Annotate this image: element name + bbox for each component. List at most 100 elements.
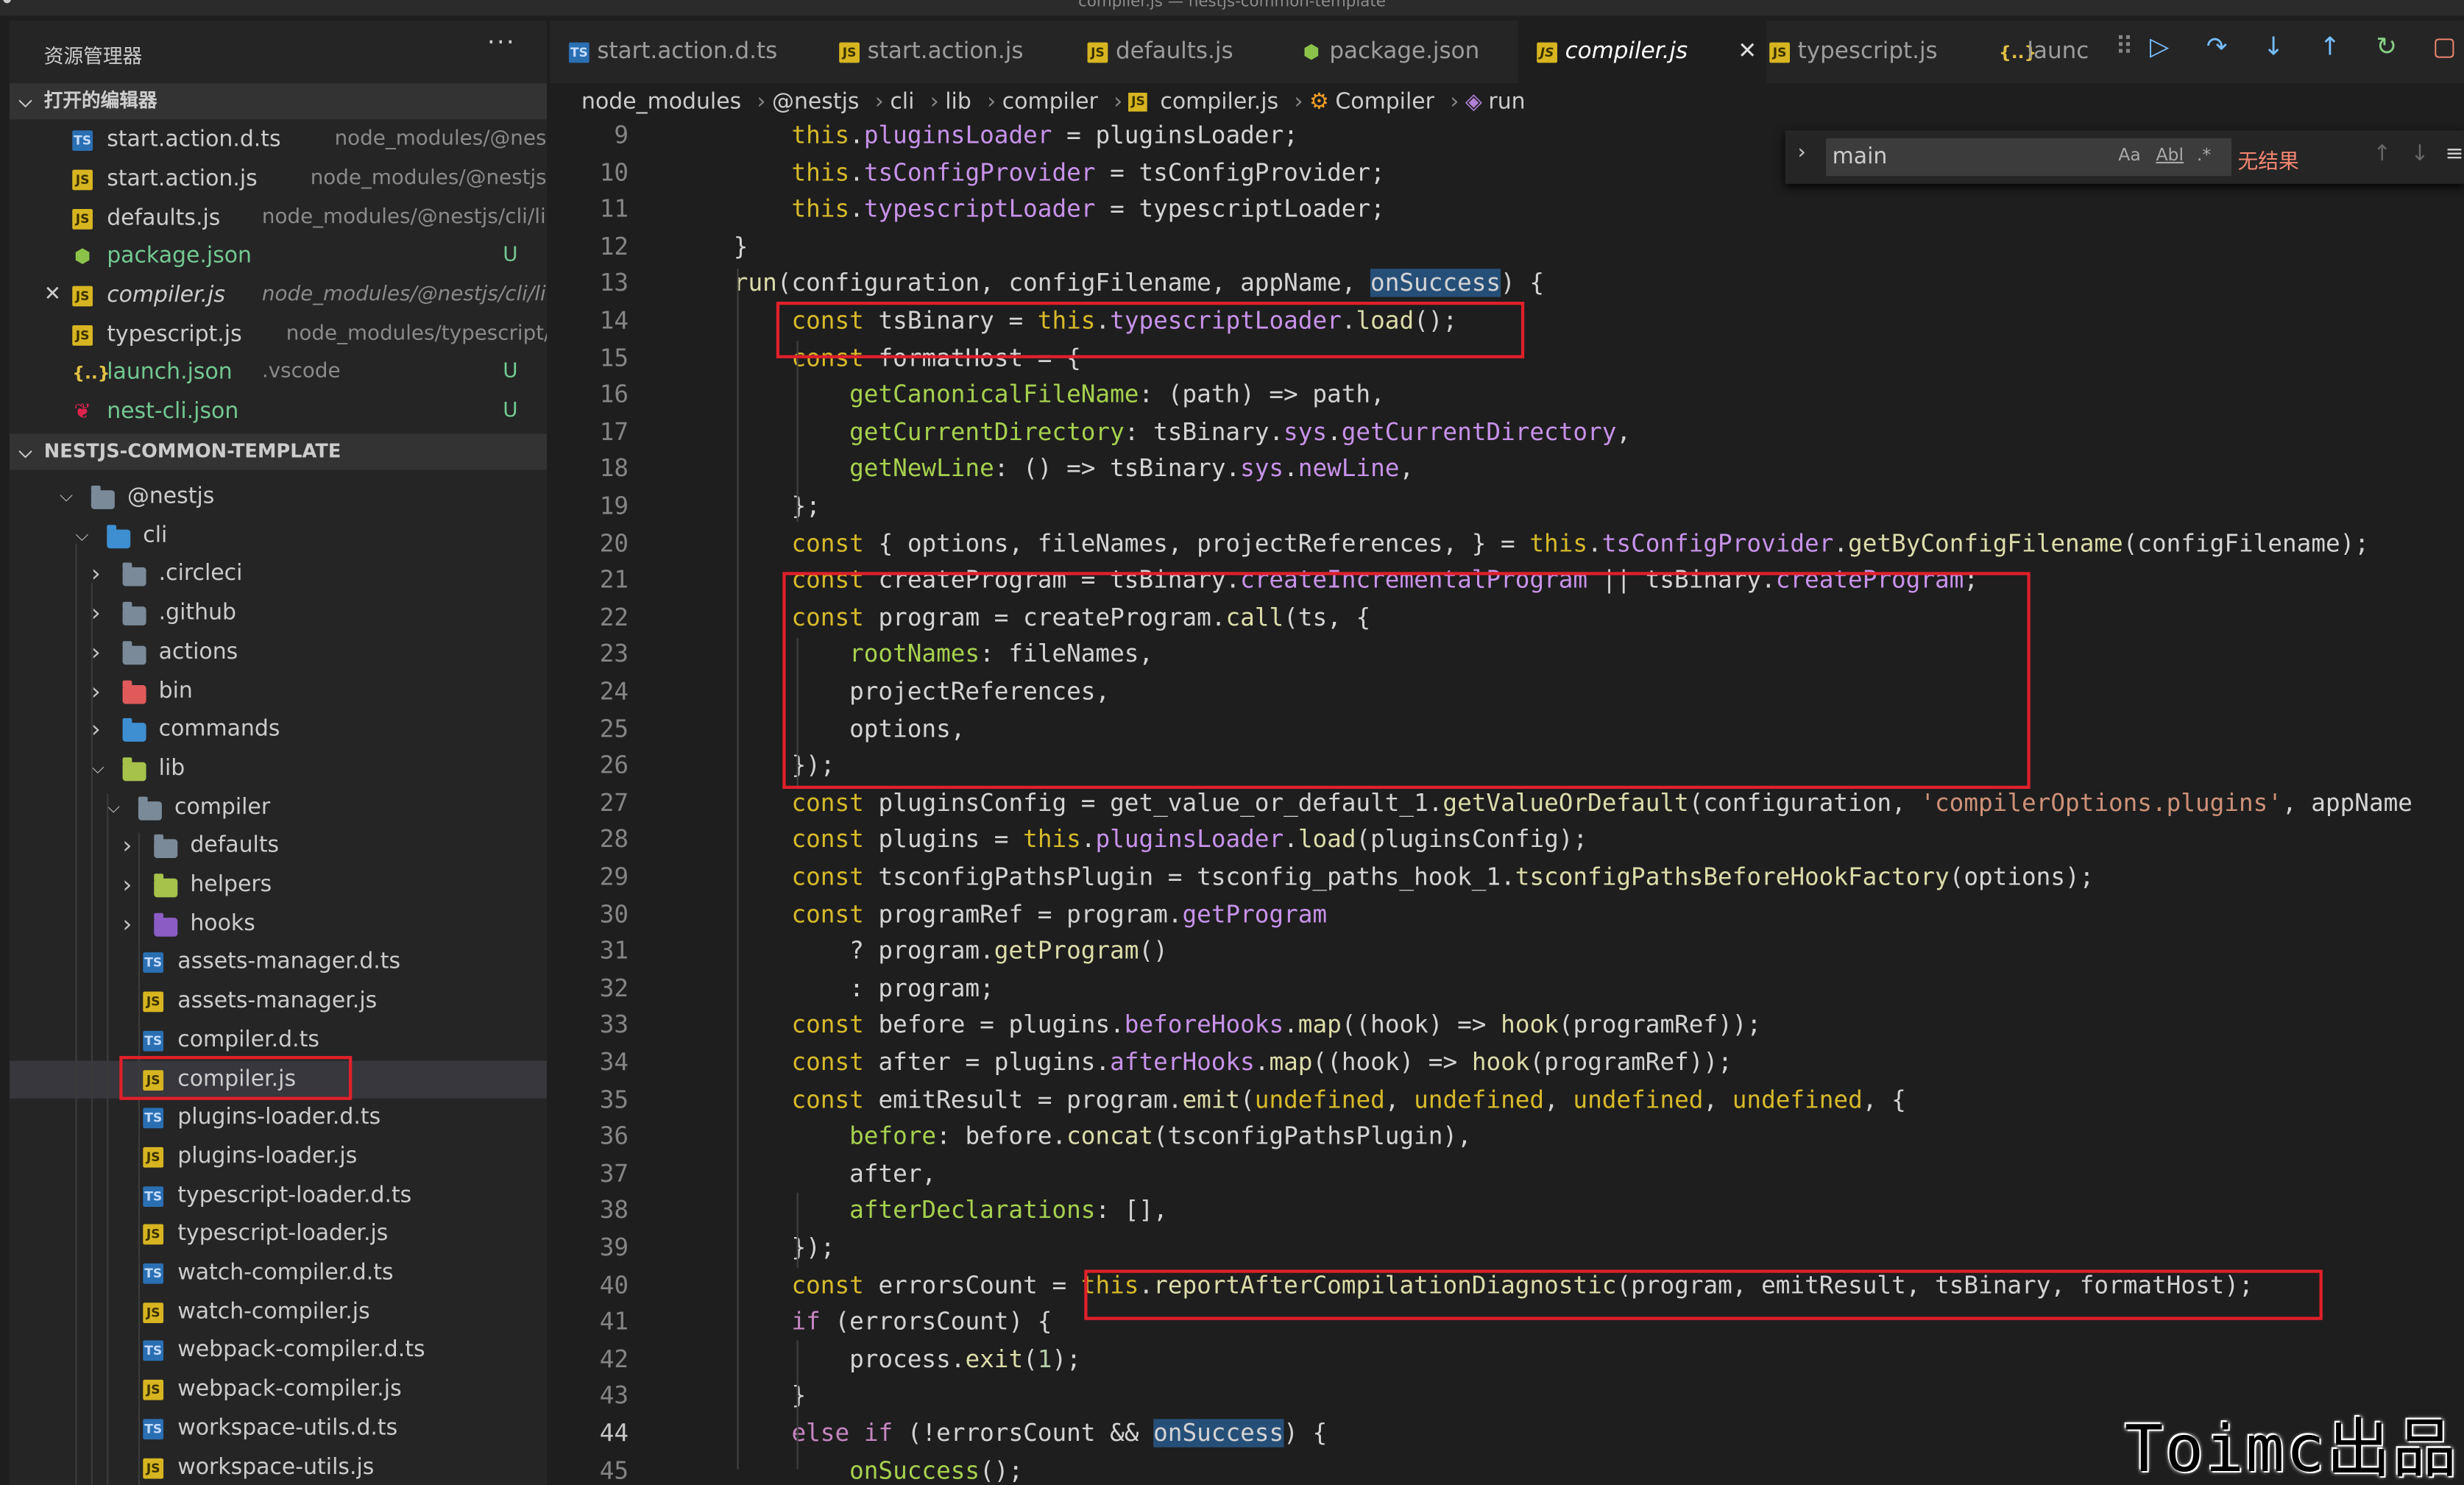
tab-start-action-d-ts[interactable]: TS start.action.d.ts: [550, 21, 817, 83]
editor-tabs: TS start.action.d.ts JS start.action.js JS de…: [550, 20, 2464, 84]
tab-label: launc: [2027, 39, 2089, 65]
highlight-box: [1084, 1269, 2323, 1320]
code-line: afterDeclarations: [],: [849, 1196, 1168, 1225]
tree-label: defaults: [190, 833, 280, 859]
tree-file[interactable]: TS assets-manager.d.ts: [10, 943, 547, 981]
stop-icon[interactable]: ▢: [2432, 32, 2456, 62]
tree-folder[interactable]: › .circleci: [10, 556, 547, 593]
open-editor-item[interactable]: {..} launch.json .vscode U: [10, 353, 547, 391]
tree-label: hooks: [190, 910, 255, 937]
js-file-icon: JS: [143, 1302, 164, 1323]
open-editor-name: start.action.js: [107, 166, 258, 192]
line-number: 45: [599, 1456, 629, 1485]
tree-file[interactable]: TS watch-compiler.d.ts: [10, 1254, 547, 1291]
tree-folder[interactable]: › hooks: [10, 904, 547, 942]
match-case-icon[interactable]: Aa: [2118, 144, 2140, 165]
tree-folder[interactable]: ⌵ cli: [10, 517, 547, 554]
continue-icon[interactable]: ▷: [2150, 32, 2169, 62]
chevron-right-icon[interactable]: ›: [1798, 141, 1806, 165]
tree-folder[interactable]: ⌵ lib: [10, 749, 547, 787]
menu-icon[interactable]: ≡: [2445, 141, 2463, 166]
tree-file[interactable]: TS webpack-compiler.d.ts: [10, 1332, 547, 1369]
line-number: 26: [599, 751, 629, 780]
code-editor[interactable]: › main Aa Abl .* 无结果 ↑ ↓ ≡ 9 this.plugin…: [550, 121, 2464, 1485]
tab-label: package.json: [1329, 39, 1480, 65]
tab-package-json[interactable]: ⬢ package.json: [1282, 21, 1518, 83]
code-line: else if (!errorsCount && onSuccess) {: [791, 1419, 1328, 1447]
step-out-icon[interactable]: ↑: [2320, 32, 2341, 62]
tab-label: typescript.js: [1797, 39, 1938, 65]
chevron-right-icon: ›: [1114, 89, 1123, 115]
tab-start-action-js[interactable]: JS start.action.js: [821, 21, 1069, 83]
js-file-icon: JS: [143, 1457, 164, 1478]
tree-folder[interactable]: › helpers: [10, 866, 547, 904]
tree-file[interactable]: TS workspace-utils.d.ts: [10, 1409, 547, 1447]
step-into-icon[interactable]: ↓: [2263, 32, 2284, 62]
js-file-icon: JS: [1769, 42, 1790, 63]
tree-file[interactable]: TS compiler.d.ts: [10, 1021, 547, 1059]
grip-icon[interactable]: ⠿: [2115, 32, 2134, 62]
chevron-down-icon: ⌵: [18, 442, 32, 462]
tab-launc[interactable]: {..} launc: [1980, 21, 2089, 83]
tab-compiler-js[interactable]: JS compiler.js ✕: [1518, 20, 1766, 84]
folder-icon: [122, 679, 146, 703]
step-over-icon[interactable]: ↷: [2206, 32, 2228, 62]
open-editor-item[interactable]: JS defaults.js node_modules/@nestjs/cli/li…: [10, 199, 547, 237]
tree-folder[interactable]: › commands: [10, 711, 547, 748]
tree-folder[interactable]: ⌵ compiler: [10, 788, 547, 826]
more-actions-icon[interactable]: ···: [487, 26, 516, 57]
breadcrumb-item[interactable]: run: [1488, 90, 1525, 115]
tree-file[interactable]: TS plugins-loader.d.ts: [10, 1099, 547, 1136]
chevron-right-icon: ›: [757, 89, 766, 115]
tree-file[interactable]: TS typescript-loader.d.ts: [10, 1177, 547, 1214]
js-file-icon: JS: [143, 1380, 164, 1400]
arrow-down-icon[interactable]: ↓: [2410, 141, 2429, 166]
project-header[interactable]: ⌵ NESTJS-COMMON-TEMPLATE: [9, 433, 548, 470]
breadcrumb-item[interactable]: lib: [945, 90, 971, 115]
tree-file[interactable]: JS typescript-loader.js: [10, 1215, 547, 1252]
breadcrumb: node_modules › @nestjs › cli › lib › compiler › JS…: [550, 83, 2464, 121]
breadcrumb-item[interactable]: cli: [890, 90, 914, 115]
line-number: 20: [599, 528, 629, 558]
open-editor-item[interactable]: ❦ nest-cli.json U: [10, 393, 547, 430]
regex-icon[interactable]: .*: [2197, 144, 2211, 165]
tree-folder[interactable]: › actions: [10, 633, 547, 670]
open-editor-item[interactable]: JS start.action.js node_modules/@nestjs/cl…: [10, 160, 547, 198]
indent-guide: [75, 543, 77, 1485]
breadcrumb-item[interactable]: @nestjs: [772, 90, 859, 115]
restart-icon[interactable]: ↻: [2376, 32, 2397, 62]
breadcrumb-item[interactable]: node_modules: [581, 90, 741, 115]
chevron-down-icon: ⌵: [60, 485, 73, 506]
open-editor-item[interactable]: JS typescript.js node_modules/typescript/l…: [10, 316, 547, 353]
tree-file[interactable]: JS workspace-utils.js: [10, 1448, 547, 1485]
tab-defaults-js[interactable]: JS defaults.js: [1069, 21, 1282, 83]
open-editor-item[interactable]: ✕ JS compiler.js node_modules/@nestjs/cli/l…: [10, 277, 547, 314]
tree-folder[interactable]: ⌵ @nestjs: [10, 478, 547, 515]
line-number: 33: [599, 1010, 629, 1040]
tree-label: watch-compiler.d.ts: [177, 1260, 394, 1286]
tree-file[interactable]: JS watch-compiler.js: [10, 1293, 547, 1330]
breadcrumb-item[interactable]: compiler.js: [1160, 90, 1278, 115]
tree-file[interactable]: JS assets-manager.js: [10, 982, 547, 1020]
open-editor-item[interactable]: ⬢ package.json U: [10, 237, 547, 274]
tree-file[interactable]: JS plugins-loader.js: [10, 1138, 547, 1175]
tree-folder[interactable]: › bin: [10, 672, 547, 709]
tree-label: workspace-utils.js: [177, 1454, 375, 1480]
breadcrumb-item[interactable]: compiler: [1002, 90, 1098, 115]
tree-file[interactable]: JS webpack-compiler.js: [10, 1370, 547, 1408]
match-word-icon[interactable]: Abl: [2156, 144, 2184, 165]
tree-label: bin: [158, 678, 193, 703]
open-editors-header[interactable]: ⌵ 打开的编辑器: [9, 83, 548, 120]
tree-label: lib: [158, 755, 185, 782]
class-icon: ⚙: [1309, 89, 1329, 115]
open-editor-item[interactable]: TS start.action.d.ts node_modules/@nestjs/…: [10, 121, 547, 158]
close-icon[interactable]: ✕: [44, 277, 61, 314]
tree-folder[interactable]: › defaults: [10, 827, 547, 865]
tree-label: helpers: [190, 872, 272, 898]
tree-folder[interactable]: › .github: [10, 594, 547, 631]
code-line: const pluginsConfig = get_value_or_defau…: [791, 788, 2412, 818]
tab-typescript-js[interactable]: JS typescript.js: [1751, 21, 1980, 83]
breadcrumb-item[interactable]: Compiler: [1335, 90, 1434, 115]
window-titlebar: compiler.js — nestjs-common-template: [0, 0, 2464, 16]
arrow-up-icon[interactable]: ↑: [2373, 141, 2391, 166]
